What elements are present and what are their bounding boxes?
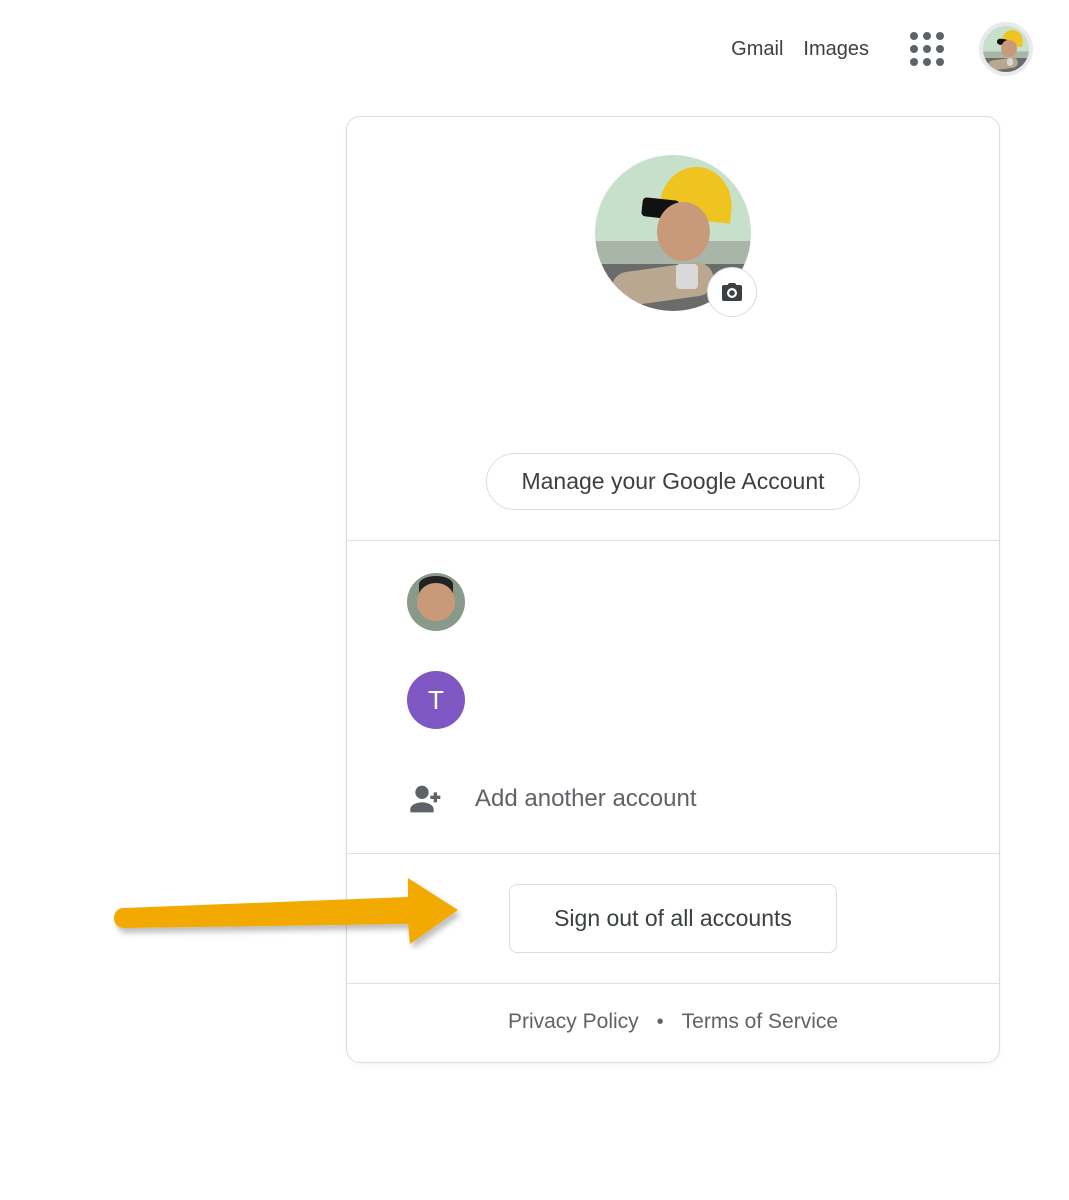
- change-photo-button[interactable]: [707, 267, 757, 317]
- camera-icon: [720, 280, 744, 304]
- terms-link[interactable]: Terms of Service: [682, 1010, 838, 1034]
- privacy-link[interactable]: Privacy Policy: [508, 1010, 639, 1034]
- other-account-row[interactable]: [347, 553, 999, 651]
- account-popover: Manage your Google Account T Add another…: [346, 116, 1000, 1063]
- gmail-link[interactable]: Gmail: [731, 38, 783, 61]
- account-avatar-button[interactable]: [979, 22, 1033, 76]
- separator-dot: •: [657, 1011, 664, 1034]
- manage-account-button[interactable]: Manage your Google Account: [486, 453, 859, 510]
- current-account-section: Manage your Google Account: [347, 117, 999, 541]
- account-avatar: [407, 573, 465, 631]
- add-account-label: Add another account: [475, 785, 697, 813]
- page-header: Gmail Images: [731, 0, 1069, 76]
- popover-footer: Privacy Policy • Terms of Service: [347, 984, 999, 1062]
- person-add-icon: [407, 779, 447, 819]
- add-another-account-button[interactable]: Add another account: [347, 749, 999, 853]
- account-avatar-initial: T: [407, 671, 465, 729]
- apps-launcher-icon[interactable]: [903, 25, 951, 73]
- other-account-row[interactable]: T: [347, 651, 999, 749]
- other-accounts-section: T Add another account: [347, 541, 999, 854]
- current-account-avatar: [595, 155, 751, 311]
- images-link[interactable]: Images: [803, 38, 869, 61]
- avatar-icon: [983, 26, 1029, 72]
- sign-out-all-button[interactable]: Sign out of all accounts: [509, 884, 837, 953]
- sign-out-section: Sign out of all accounts: [347, 854, 999, 984]
- apps-grid-icon: [910, 32, 944, 66]
